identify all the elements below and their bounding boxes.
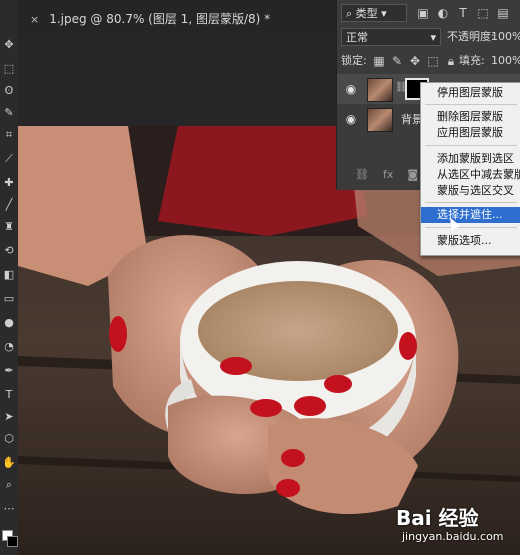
stamp-icon[interactable]: ♜ (2, 220, 16, 234)
gradient-icon[interactable]: ▭ (2, 292, 16, 306)
lock-all-icon[interactable]: 🔒︎ (443, 52, 459, 70)
blend-mode-select[interactable]: 正常 ▾ (341, 28, 441, 46)
document-tab-bar: × 1.jpeg @ 80.7% (图层 1, 图层蒙版/8) * (18, 0, 336, 36)
layer-filter-label: 类型 (355, 7, 378, 20)
menu-item-disable-mask[interactable]: 停用图层蒙版 (421, 85, 520, 101)
lasso-icon[interactable]: ʘ (2, 84, 16, 98)
quick-select-icon[interactable]: ✎ (2, 106, 16, 120)
layer-thumbnail (367, 78, 393, 102)
shape-filter-icon[interactable]: ⬚ (475, 4, 491, 22)
eye-icon[interactable]: ◉ (343, 81, 359, 97)
edit-toolbar-icon[interactable]: ⋯ (2, 502, 16, 516)
watermark-brand: Bai 经验 (396, 506, 479, 530)
document-tab-title: 1.jpeg @ 80.7% (图层 1, 图层蒙版/8) * (49, 12, 271, 26)
eyedropper-icon[interactable]: ⟋ (2, 152, 16, 166)
layer-filter-select[interactable]: ⌕ 类型 ▾ (341, 4, 407, 22)
type-icon[interactable]: T (2, 388, 16, 402)
menu-separator (425, 145, 517, 146)
type-filter-icon[interactable]: T (455, 4, 471, 22)
lock-position-icon[interactable]: ✥ (407, 52, 423, 70)
marquee-icon[interactable]: ⬚ (2, 62, 16, 76)
layer-mask-context-menu: 停用图层蒙版 删除图层蒙版 应用图层蒙版 添加蒙版到选区 从选区中减去蒙版 蒙版… (420, 82, 520, 256)
brush-icon[interactable]: ╱ (2, 198, 16, 212)
crop-icon[interactable]: ⌗ (2, 128, 16, 142)
link-layers-icon[interactable]: ⛓ (355, 168, 369, 181)
tab-close-icon[interactable]: × (30, 13, 39, 26)
menu-item-apply-mask[interactable]: 应用图层蒙版 (421, 125, 520, 141)
hand-icon[interactable]: ✋ (2, 456, 16, 470)
layer-thumbnail (367, 108, 393, 132)
dodge-icon[interactable]: ◔ (2, 340, 16, 354)
adjustment-filter-icon[interactable]: ◐ (435, 4, 451, 22)
menu-item-intersect-mask-with-selection[interactable]: 蒙版与选区交叉 (421, 183, 520, 199)
add-mask-icon[interactable]: ◙ (407, 168, 418, 181)
watermark-url: jingyan.baidu.com (402, 530, 504, 543)
smart-object-filter-icon[interactable]: ▤ (495, 4, 511, 22)
lock-image-icon[interactable]: ✎ (389, 52, 405, 70)
menu-separator (425, 202, 517, 203)
canvas-pasteboard (18, 36, 336, 126)
blend-mode-value: 正常 (346, 31, 368, 44)
menu-separator (425, 227, 517, 228)
lock-label: 锁定: (341, 54, 367, 67)
menu-item-delete-mask[interactable]: 删除图层蒙版 (421, 109, 520, 125)
move-icon[interactable]: ✥ (2, 38, 16, 52)
opacity-label: 不透明度: (447, 30, 495, 43)
lock-transparent-icon[interactable]: ▦ (371, 52, 387, 70)
background-color-swatch[interactable] (7, 536, 18, 547)
shape-icon[interactable]: ⬡ (2, 432, 16, 446)
fill-label: 填充: (459, 54, 485, 67)
opacity-value[interactable]: 100% (491, 28, 520, 46)
healing-icon[interactable]: ✚ (2, 176, 16, 190)
menu-item-mask-options[interactable]: 蒙版选项... (421, 233, 520, 249)
menu-separator (425, 104, 517, 105)
menu-item-add-mask-to-selection[interactable]: 添加蒙版到选区 (421, 151, 520, 167)
history-brush-icon[interactable]: ⟲ (2, 244, 16, 258)
pixel-filter-icon[interactable]: ▣ (415, 4, 431, 22)
eye-icon[interactable]: ◉ (343, 111, 359, 127)
menu-item-subtract-mask-from-selection[interactable]: 从选区中减去蒙版 (421, 167, 520, 183)
lock-artboard-icon[interactable]: ⬚ (425, 52, 441, 70)
fill-value[interactable]: 100% (491, 52, 520, 70)
document-tab[interactable]: × 1.jpeg @ 80.7% (图层 1, 图层蒙版/8) * (30, 10, 270, 28)
fx-icon[interactable]: fx (383, 168, 393, 181)
pen-icon[interactable]: ✒ (2, 364, 16, 378)
zoom-icon[interactable]: ⌕ (2, 478, 16, 492)
eraser-icon[interactable]: ◧ (2, 268, 16, 282)
blur-icon[interactable]: ● (2, 316, 16, 330)
tools-panel: ✥ ⬚ ʘ ✎ ⌗ ⟋ ✚ ╱ ♜ ⟲ ◧ ▭ ● ◔ ✒ T ➤ ⬡ ✋ ⌕ … (0, 0, 19, 555)
path-select-icon[interactable]: ➤ (2, 410, 16, 424)
menu-item-select-and-mask[interactable]: 选择并遮住... (421, 207, 520, 223)
